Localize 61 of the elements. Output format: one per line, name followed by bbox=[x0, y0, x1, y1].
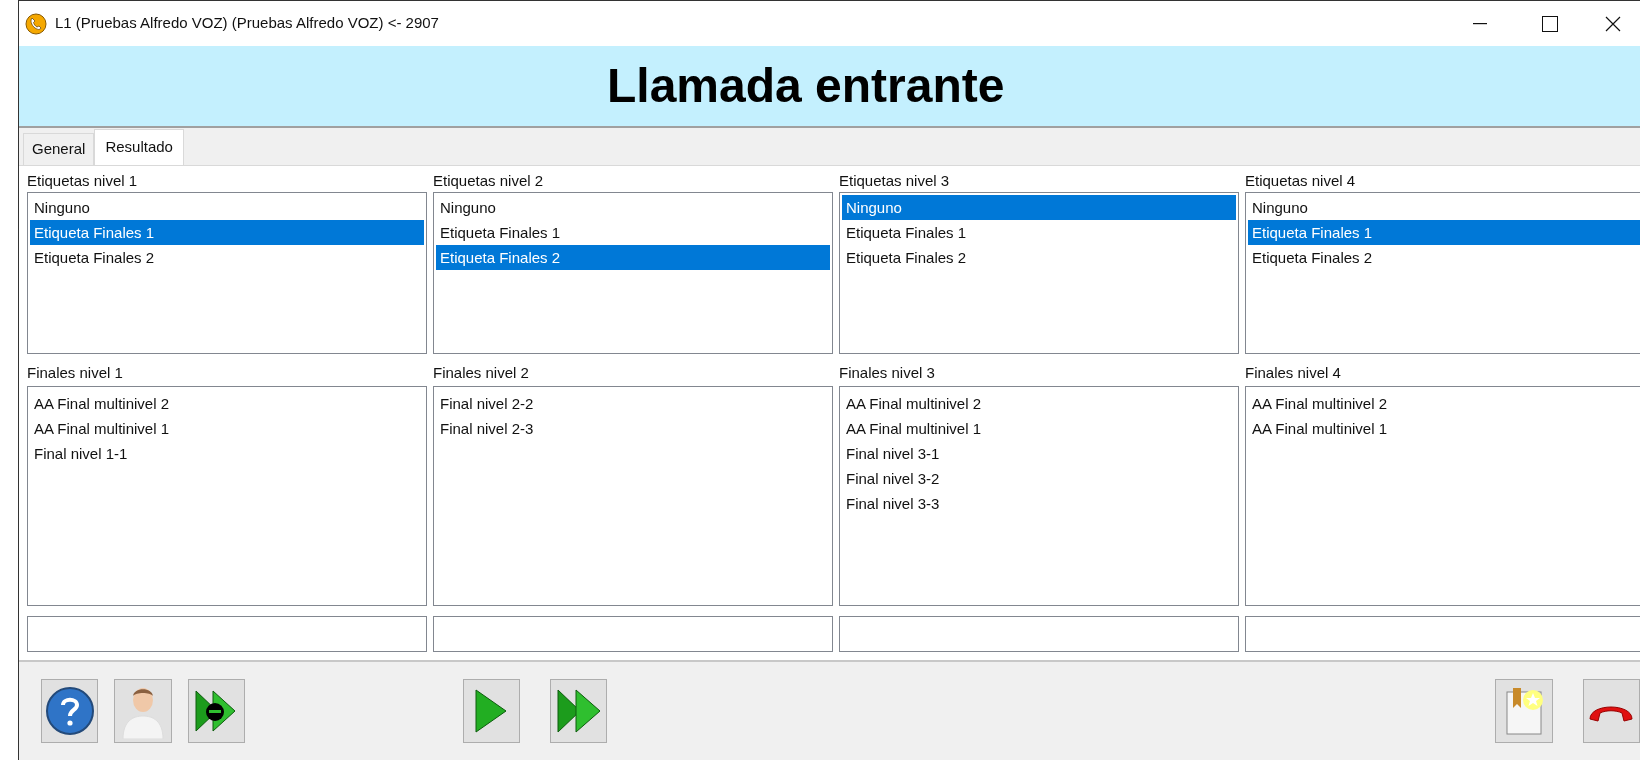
list-item[interactable]: Etiqueta Finales 1 bbox=[436, 220, 830, 245]
user-button[interactable] bbox=[114, 679, 172, 743]
list-item[interactable]: Etiqueta Finales 1 bbox=[30, 220, 424, 245]
fast-forward-icon bbox=[555, 688, 602, 734]
note-button[interactable] bbox=[1495, 679, 1553, 743]
fast-forward-button[interactable] bbox=[550, 679, 608, 743]
list-item[interactable]: Final nivel 3-3 bbox=[842, 491, 1236, 516]
finals-listbox[interactable]: AA Final multinivel 2 AA Final multinivel 1 Final nivel 3-1 Final nivel 3-2 Final nivel 3-3 bbox=[839, 386, 1239, 606]
list-label: Finales nivel 4 bbox=[1245, 363, 1342, 383]
help-icon bbox=[44, 686, 95, 736]
list-item[interactable]: AA Final multinivel 2 bbox=[842, 391, 1236, 416]
phone-icon bbox=[25, 12, 47, 35]
list-label: Etiquetas nivel 3 bbox=[839, 171, 951, 191]
close-icon bbox=[1604, 15, 1621, 32]
tab[interactable]: Resultado bbox=[94, 129, 184, 165]
list-item[interactable]: Etiqueta Finales 2 bbox=[30, 245, 424, 270]
list-item[interactable]: Etiqueta Finales 2 bbox=[842, 245, 1236, 270]
tab[interactable]: General bbox=[23, 133, 95, 165]
tags-listbox[interactable]: Ninguno Etiqueta Finales 1 Etiqueta Finales 2 bbox=[27, 192, 427, 354]
help-button[interactable] bbox=[41, 679, 99, 743]
play-button[interactable] bbox=[462, 679, 521, 743]
hang-up-button[interactable] bbox=[1582, 679, 1640, 743]
list-item[interactable]: AA Final multinivel 2 bbox=[1248, 391, 1640, 416]
list-label: Etiquetas nivel 2 bbox=[433, 171, 545, 191]
list-item[interactable]: AA Final multinivel 1 bbox=[842, 416, 1236, 441]
list-item[interactable]: Ninguno bbox=[842, 195, 1236, 220]
list-item[interactable]: Ninguno bbox=[30, 195, 424, 220]
list-item[interactable]: AA Final multinivel 2 bbox=[30, 391, 424, 416]
list-item[interactable]: Etiqueta Finales 2 bbox=[1248, 245, 1640, 270]
tags-listbox[interactable]: Ninguno Etiqueta Finales 1 Etiqueta Finales 2 bbox=[839, 192, 1239, 354]
list-label: Finales nivel 1 bbox=[27, 363, 124, 383]
tags-listbox[interactable]: Ninguno Etiqueta Finales 1 Etiqueta Finales 2 bbox=[1245, 192, 1640, 354]
list-label: Finales nivel 3 bbox=[839, 363, 936, 383]
window-title: L1 (Pruebas Alfredo VOZ) (Pruebas Alfredo VOZ) <- 2907 bbox=[55, 13, 439, 34]
list-item[interactable]: Etiqueta Finales 2 bbox=[436, 245, 830, 270]
input-field[interactable] bbox=[433, 616, 833, 652]
list-item[interactable]: Final nivel 3-1 bbox=[842, 441, 1236, 466]
input-field[interactable] bbox=[839, 616, 1239, 652]
finals-listbox[interactable]: AA Final multinivel 2 AA Final multinivel 1 Final nivel 1-1 bbox=[27, 386, 427, 606]
list-item[interactable]: Final nivel 2-2 bbox=[436, 391, 830, 416]
input-field[interactable] bbox=[1245, 616, 1640, 652]
list-item[interactable]: Etiqueta Finales 1 bbox=[1248, 220, 1640, 245]
maximize-icon bbox=[1542, 15, 1558, 32]
list-item[interactable]: Ninguno bbox=[436, 195, 830, 220]
header-title: Llamada entrante bbox=[607, 58, 1005, 114]
list-item[interactable]: Etiqueta Finales 1 bbox=[842, 220, 1236, 245]
list-label: Finales nivel 2 bbox=[433, 363, 530, 383]
tags-listbox[interactable]: Ninguno Etiqueta Finales 1 Etiqueta Finales 2 bbox=[433, 192, 833, 354]
list-item[interactable]: AA Final multinivel 1 bbox=[1248, 416, 1640, 441]
finals-listbox[interactable]: Final nivel 2-2 Final nivel 2-3 bbox=[433, 386, 833, 606]
list-item[interactable]: Final nivel 1-1 bbox=[30, 441, 424, 466]
list-label: Etiquetas nivel 4 bbox=[1245, 171, 1357, 191]
list-label: Etiquetas nivel 1 bbox=[27, 171, 139, 191]
list-item[interactable]: Ninguno bbox=[1248, 195, 1640, 220]
list-item[interactable]: Final nivel 2-3 bbox=[436, 416, 830, 441]
minimize-icon bbox=[1473, 22, 1487, 25]
input-field[interactable] bbox=[27, 616, 427, 652]
list-item[interactable]: AA Final multinivel 1 bbox=[30, 416, 424, 441]
list-item[interactable]: Final nivel 3-2 bbox=[842, 466, 1236, 491]
finals-listbox[interactable]: AA Final multinivel 2 AA Final multinivel 1 bbox=[1245, 386, 1640, 606]
play-icon bbox=[474, 688, 509, 734]
